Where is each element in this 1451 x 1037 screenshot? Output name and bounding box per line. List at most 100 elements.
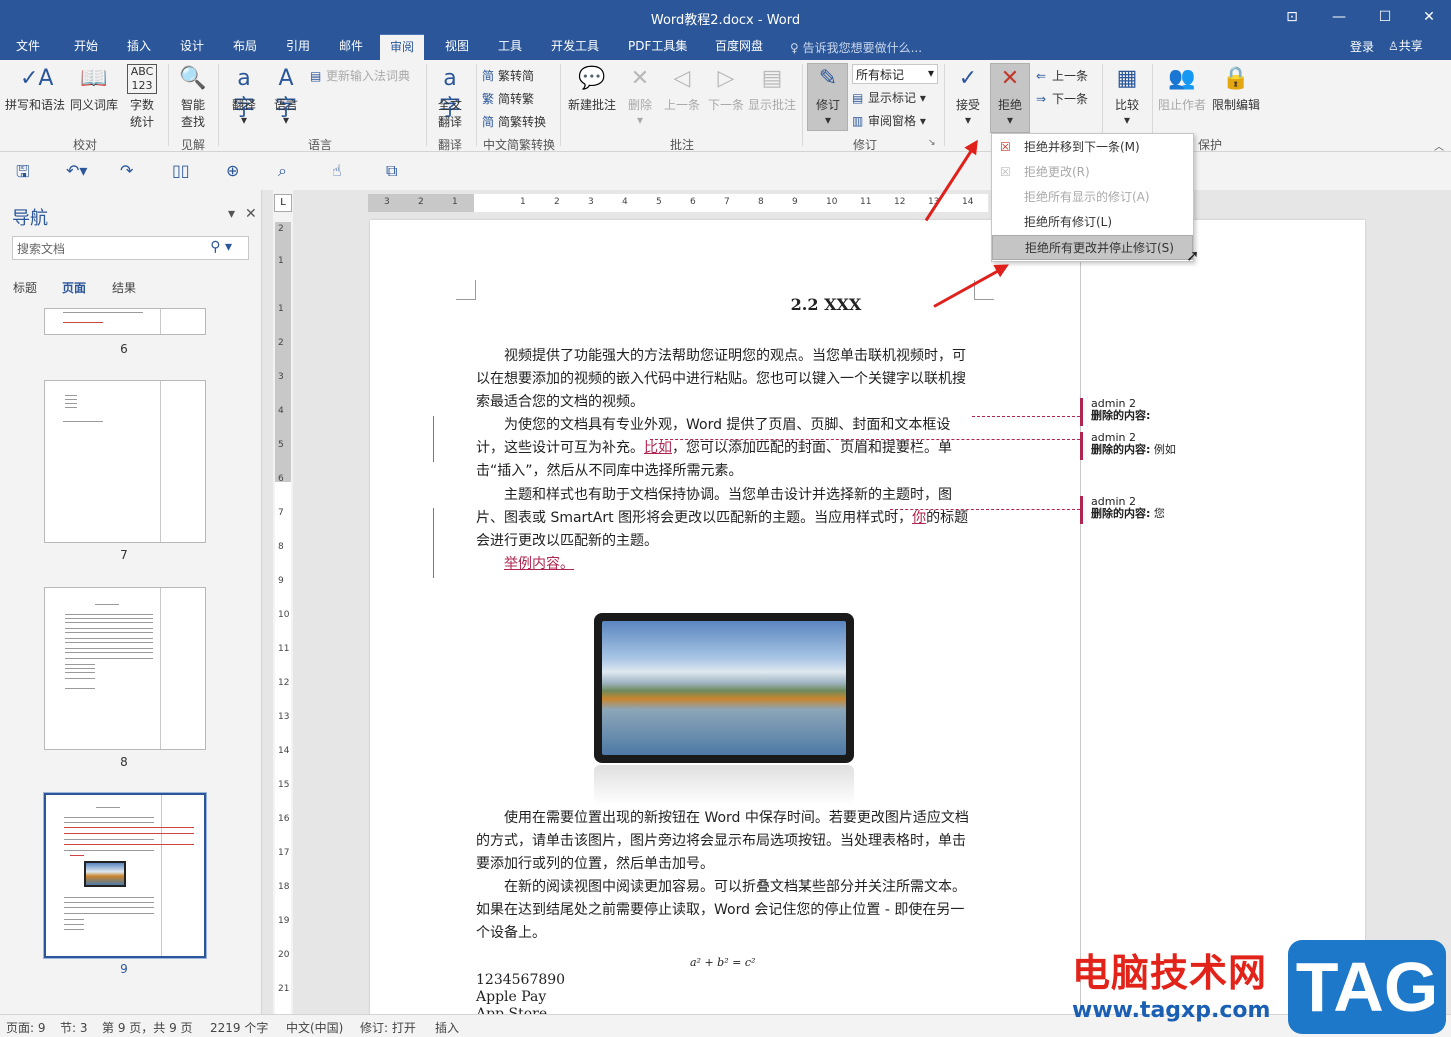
print-preview-icon[interactable]: ⌕: [278, 161, 287, 181]
close-button[interactable]: ✕: [1407, 4, 1451, 30]
ruler-number: 2: [554, 197, 560, 207]
dictionary-icon: ▤: [310, 69, 322, 83]
maximize-button[interactable]: ☐: [1363, 4, 1407, 30]
document-page[interactable]: 2.2 XXX 视频提供了功能强大的方法帮助您证明您的观点。当您单击联机视频时，…: [370, 220, 1365, 1014]
nav-tab-pages[interactable]: 页面: [62, 279, 86, 296]
prev-comment-button[interactable]: ◁ 上一条: [660, 64, 704, 113]
tab-developer[interactable]: 开发工具: [541, 34, 609, 60]
tab-mailings[interactable]: 邮件: [329, 34, 373, 60]
full-translate-button[interactable]: a字 全文翻译: [432, 64, 468, 130]
ruler-number: 14: [278, 746, 290, 756]
group-separator: [944, 64, 945, 146]
page-thumbnail[interactable]: [44, 380, 206, 543]
search-icon[interactable]: ⚲ ▾: [210, 239, 232, 255]
ruler-number: 4: [622, 197, 628, 207]
menu-item-reject-all-stop-tracking[interactable]: 拒绝所有更改并停止修订(S): [992, 235, 1193, 260]
update-ime-dictionary-button[interactable]: ▤ 更新输入法词典: [310, 67, 410, 84]
revision-balloon[interactable]: admin 2 删除的内容: 例如: [1080, 432, 1360, 460]
tab-layout[interactable]: 布局: [223, 34, 267, 60]
status-word-count[interactable]: 2219 个字: [210, 1019, 268, 1036]
language-button[interactable]: A字 语言 ▾: [266, 64, 306, 127]
tab-tools[interactable]: 工具: [488, 34, 532, 60]
revision-balloon[interactable]: admin 2 删除的内容:: [1080, 398, 1360, 426]
tab-file[interactable]: 文件: [6, 34, 50, 60]
nav-close-icon[interactable]: ✕: [245, 206, 257, 222]
web-layout-icon[interactable]: ⊕: [226, 161, 239, 180]
ribbon-display-icon[interactable]: ⊡: [1270, 4, 1314, 30]
page-thumbnail[interactable]: [44, 308, 206, 335]
tell-me-box[interactable]: ♀ 告诉我您想要做什么...: [790, 39, 922, 56]
chinese-convert-button[interactable]: 简简繁转换: [482, 113, 546, 130]
nav-tab-results[interactable]: 结果: [112, 279, 136, 296]
undo-icon[interactable]: ↶▾: [66, 161, 87, 180]
to-simplified-button[interactable]: 简繁转简: [482, 67, 534, 84]
tab-selector[interactable]: L: [274, 194, 292, 212]
word-count-button[interactable]: ABC 123 字数统计: [124, 64, 160, 130]
status-page[interactable]: 页面: 9: [6, 1019, 46, 1036]
nav-tab-headings[interactable]: 标题: [13, 279, 37, 296]
share-button[interactable]: ♙共享: [1388, 37, 1423, 54]
delete-comment-button[interactable]: ✕ 删除 ▾: [622, 64, 658, 127]
two-pages-icon[interactable]: ▯▯: [172, 161, 190, 180]
translate-document-icon: a字: [438, 66, 461, 121]
touch-mode-icon[interactable]: ☝: [332, 161, 342, 180]
thesaurus-button[interactable]: 📖 同义词库: [68, 64, 120, 113]
ruler-number: 21: [278, 984, 290, 994]
spelling-grammar-button[interactable]: ✓A 拼写和语法: [3, 64, 67, 113]
tab-design[interactable]: 设计: [170, 34, 214, 60]
word-count-label: 字数统计: [129, 98, 154, 129]
redo-icon[interactable]: ↷: [120, 161, 133, 180]
menu-item-reject-and-move-next[interactable]: ☒ 拒绝并移到下一条(M): [992, 135, 1193, 160]
accept-button[interactable]: ✓ 接受 ▾: [950, 64, 986, 127]
show-markup-button[interactable]: ▤ 显示标记 ▾: [852, 89, 926, 106]
inserted-picture[interactable]: [594, 613, 854, 763]
save-icon[interactable]: 🖫: [16, 161, 30, 188]
tab-insert[interactable]: 插入: [117, 34, 161, 60]
page-thumbnail[interactable]: [44, 587, 206, 750]
tab-baidu-netdisk[interactable]: 百度网盘: [705, 34, 773, 60]
tab-review[interactable]: 审阅: [380, 34, 425, 60]
paragraph: 在新的阅读视图中阅读更加容易。可以折叠文档某些部分并关注所需文本。如果在达到结尾…: [476, 876, 972, 945]
page-thumbnail-selected[interactable]: [44, 793, 206, 958]
smart-lookup-button[interactable]: 🔍 智能查找: [174, 64, 212, 130]
next-comment-button[interactable]: ▷ 下一条: [704, 64, 748, 113]
quick-access-toolbar: 🖫 ↶▾ ↷ ▯▯ ⊕ ⌕ ☝ ⧉: [0, 152, 1451, 190]
tab-references[interactable]: 引用: [276, 34, 320, 60]
menu-item-reject-change[interactable]: ☒ 拒绝更改(R): [992, 160, 1193, 185]
tab-home[interactable]: 开始: [64, 34, 108, 60]
revision-balloon[interactable]: admin 2 删除的内容: 您: [1080, 496, 1360, 524]
menu-item-reject-all[interactable]: 拒绝所有修订(L): [992, 210, 1193, 235]
review-pane-button[interactable]: ▥ 审阅窗格 ▾: [852, 112, 926, 129]
reject-button[interactable]: ✕ 拒绝 ▾: [991, 64, 1029, 127]
restrict-editing-button[interactable]: 🔒 限制编辑: [1210, 64, 1262, 113]
status-track-changes[interactable]: 修订: 打开: [360, 1019, 416, 1036]
minimize-button[interactable]: —: [1317, 4, 1361, 30]
next-change-button[interactable]: ⇒ 下一条: [1036, 90, 1088, 107]
nav-search-input[interactable]: 搜索文档 ⚲ ▾: [12, 236, 249, 260]
nav-options-icon[interactable]: ▾: [228, 206, 235, 222]
show-comments-button[interactable]: ▤ 显示批注: [746, 64, 798, 113]
tab-view[interactable]: 视图: [435, 34, 479, 60]
collapse-ribbon-icon[interactable]: ︿: [1434, 138, 1444, 153]
status-language[interactable]: 中文(中国): [286, 1019, 343, 1036]
new-comment-button[interactable]: 💬 新建批注: [564, 64, 620, 113]
compare-button[interactable]: ▦ 比较 ▾: [1108, 64, 1146, 127]
markup-combo[interactable]: 所有标记 ▾: [852, 64, 938, 84]
tab-pdf-tools[interactable]: PDF工具集: [618, 34, 697, 60]
status-insert-mode[interactable]: 插入: [435, 1019, 459, 1036]
to-traditional-button[interactable]: 繁简转繁: [482, 90, 534, 107]
translate-button[interactable]: a字 翻译 ▾: [224, 64, 264, 127]
login-link[interactable]: 登录: [1350, 38, 1374, 55]
ruler-number: 2: [278, 338, 284, 348]
menu-item-reject-all-shown[interactable]: 拒绝所有显示的修订(A): [992, 185, 1193, 210]
vertical-ruler: L 2 1 1 2 3 4 5 6 7 8 9 10 11 12 13 14 15 16 17 18 19 20 21: [273, 190, 293, 1014]
track-changes-button[interactable]: ✎ 修订 ▾: [808, 64, 848, 127]
status-section[interactable]: 节: 3: [60, 1019, 88, 1036]
text-line: Apple Pay: [476, 989, 547, 1005]
balloon-label: 删除的内容:: [1091, 507, 1151, 520]
block-authors-button[interactable]: 👥 阻止作者: [1156, 64, 1208, 113]
status-page-of[interactable]: 第 9 页，共 9 页: [102, 1019, 193, 1036]
customize-icon[interactable]: ⧉: [386, 161, 397, 181]
tracking-launcher-icon[interactable]: ↘: [928, 138, 936, 148]
prev-change-button[interactable]: ⇐ 上一条: [1036, 67, 1088, 84]
